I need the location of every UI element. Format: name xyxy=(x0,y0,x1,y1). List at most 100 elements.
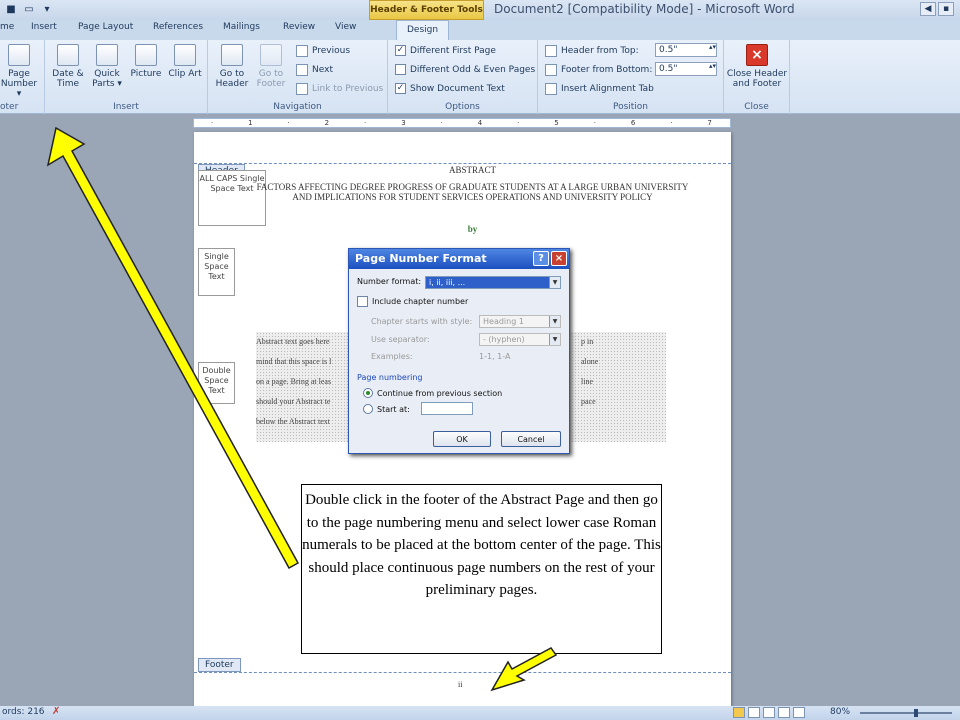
footer-position-icon xyxy=(545,64,557,76)
tab-insert[interactable]: Insert xyxy=(31,22,57,32)
separator-select[interactable]: - (hyphen) ▼ xyxy=(479,333,561,346)
checkbox-unchecked-icon xyxy=(395,64,406,75)
calendar-icon xyxy=(57,44,79,66)
quick-parts-icon xyxy=(96,44,118,66)
window-title: Document2 [Compatibility Mode] - Microso… xyxy=(494,2,795,16)
scroll-left-icon[interactable]: ◀ xyxy=(920,2,936,16)
go-to-header-button[interactable]: Go to Header xyxy=(213,44,251,89)
footer-from-bottom-input[interactable]: 0.5" xyxy=(655,62,717,76)
next-icon xyxy=(296,64,308,76)
footer-page-number[interactable]: ii xyxy=(458,680,462,689)
group-label-insert: Insert xyxy=(113,102,139,112)
group-label-navigation: Navigation xyxy=(273,102,322,112)
date-time-button[interactable]: Date & Time xyxy=(49,44,87,89)
chapter-style-select[interactable]: Heading 1 ▼ xyxy=(479,315,561,328)
draft-icon[interactable] xyxy=(793,707,805,718)
examples-label: Examples: xyxy=(371,352,413,361)
window-control-icon[interactable]: ▪ xyxy=(938,2,954,16)
next-button[interactable]: Next xyxy=(296,64,333,76)
picture-button[interactable]: Picture xyxy=(127,44,165,79)
picture-icon xyxy=(135,44,157,66)
checkbox-checked-icon: ✓ xyxy=(395,45,406,56)
tab-review[interactable]: Review xyxy=(283,22,315,32)
page-number-button[interactable]: Page Number ▾ xyxy=(0,44,38,99)
zoom-level[interactable]: 80% xyxy=(830,707,850,717)
abstract-line: mind that this space is l xyxy=(256,357,332,366)
chevron-down-icon: ▼ xyxy=(549,316,560,327)
save-icon[interactable]: ■ xyxy=(4,2,18,16)
close-header-footer-button[interactable]: × Close Header and Footer xyxy=(726,44,788,89)
radio-selected-icon xyxy=(363,388,373,398)
cancel-button[interactable]: Cancel xyxy=(501,431,561,447)
abstract-line: should your Abstract te xyxy=(256,397,331,406)
tab-view[interactable]: View xyxy=(335,22,356,32)
tab-design[interactable]: Design xyxy=(396,20,450,40)
header-from-top-input[interactable]: 0.5" xyxy=(655,43,717,57)
clip-art-button[interactable]: Clip Art xyxy=(166,44,204,79)
radio-unselected-icon xyxy=(363,404,373,414)
abstract-line: below the Abstract text xyxy=(256,417,330,426)
tab-page-layout[interactable]: Page Layout xyxy=(78,22,133,32)
examples-value: 1-1, 1-A xyxy=(479,352,511,361)
page-numbering-heading: Page numbering xyxy=(357,373,423,382)
help-icon[interactable]: ? xyxy=(533,251,549,266)
link-icon xyxy=(296,83,308,95)
number-format-select[interactable]: i, ii, iii, ... ▼ xyxy=(425,276,561,289)
link-to-previous-button[interactable]: Link to Previous xyxy=(296,83,383,95)
customize-qat-icon[interactable]: ▾ xyxy=(40,2,54,16)
header-footer-tools-tab: Header & Footer Tools xyxy=(369,0,484,20)
go-to-footer-icon xyxy=(260,44,282,66)
include-chapter-checkbox[interactable]: Include chapter number xyxy=(357,296,468,307)
footer-from-bottom-label: Footer from Bottom: xyxy=(545,64,652,76)
abstract-line: alone xyxy=(581,357,599,366)
tab-references[interactable]: References xyxy=(153,22,203,32)
group-options: ✓ Different First Page Different Odd & E… xyxy=(388,40,538,114)
previous-button[interactable]: Previous xyxy=(296,45,350,57)
group-footer: Page Number ▾ oter xyxy=(0,40,45,114)
outline-icon[interactable] xyxy=(778,707,790,718)
group-label-options: Options xyxy=(445,102,480,112)
dialog-window-buttons: ? × xyxy=(533,251,567,266)
ribbon-tabs: me Insert Page Layout References Mailing… xyxy=(0,20,960,40)
clip-art-icon xyxy=(174,44,196,66)
tab-home[interactable]: me xyxy=(0,22,14,32)
continue-radio[interactable]: Continue from previous section xyxy=(363,388,502,398)
different-odd-even-checkbox[interactable]: Different Odd & Even Pages xyxy=(395,64,535,75)
horizontal-ruler[interactable]: · 1 · 2 · 3 · 4 · 5 · 6 · 7 xyxy=(193,118,731,128)
go-to-footer-button[interactable]: Go to Footer xyxy=(252,44,290,89)
print-layout-icon[interactable] xyxy=(733,707,745,718)
different-first-page-checkbox[interactable]: ✓ Different First Page xyxy=(395,45,496,56)
close-icon[interactable]: × xyxy=(551,251,567,266)
abstract-lines-right: p in alone line pace xyxy=(581,332,598,412)
full-screen-icon[interactable] xyxy=(748,707,760,718)
chevron-down-icon: ▼ xyxy=(549,334,560,345)
footer-tab[interactable]: Footer xyxy=(198,658,241,672)
zoom-slider[interactable] xyxy=(860,709,952,717)
page-number-icon xyxy=(8,44,30,66)
abstract-line: p in xyxy=(581,337,594,346)
show-document-text-checkbox[interactable]: ✓ Show Document Text xyxy=(395,83,505,94)
number-format-label: Number format: xyxy=(357,277,422,286)
header-position-icon xyxy=(545,45,557,57)
start-at-radio[interactable]: Start at: xyxy=(363,404,410,414)
group-navigation: Go to Header Go to Footer Previous Next … xyxy=(208,40,388,114)
open-icon[interactable]: ▭ xyxy=(22,2,36,16)
ok-button[interactable]: OK xyxy=(433,431,491,447)
chevron-down-icon: ▼ xyxy=(549,277,560,288)
word-count[interactable]: ords: 216 xyxy=(2,707,45,717)
go-to-header-icon xyxy=(221,44,243,66)
dialog-titlebar: Page Number Format ? × xyxy=(349,249,569,269)
start-at-input[interactable] xyxy=(421,402,473,415)
separator-label: Use separator: xyxy=(371,335,430,344)
proofing-icon[interactable]: ✗ xyxy=(52,706,64,718)
quick-parts-button[interactable]: Quick Parts ▾ xyxy=(88,44,126,89)
header-boundary xyxy=(194,163,731,164)
web-layout-icon[interactable] xyxy=(763,707,775,718)
checkbox-checked-icon: ✓ xyxy=(395,83,406,94)
by-line: by xyxy=(467,224,478,234)
group-position: Header from Top: 0.5" Footer from Bottom… xyxy=(538,40,724,114)
ruler-ticks: · 1 · 2 · 3 · 4 · 5 · 6 · 7 xyxy=(210,119,713,127)
ribbon: Page Number ▾ oter Date & Time Quick Par… xyxy=(0,40,960,114)
tab-mailings[interactable]: Mailings xyxy=(223,22,260,32)
insert-alignment-tab-button[interactable]: Insert Alignment Tab xyxy=(545,83,654,95)
